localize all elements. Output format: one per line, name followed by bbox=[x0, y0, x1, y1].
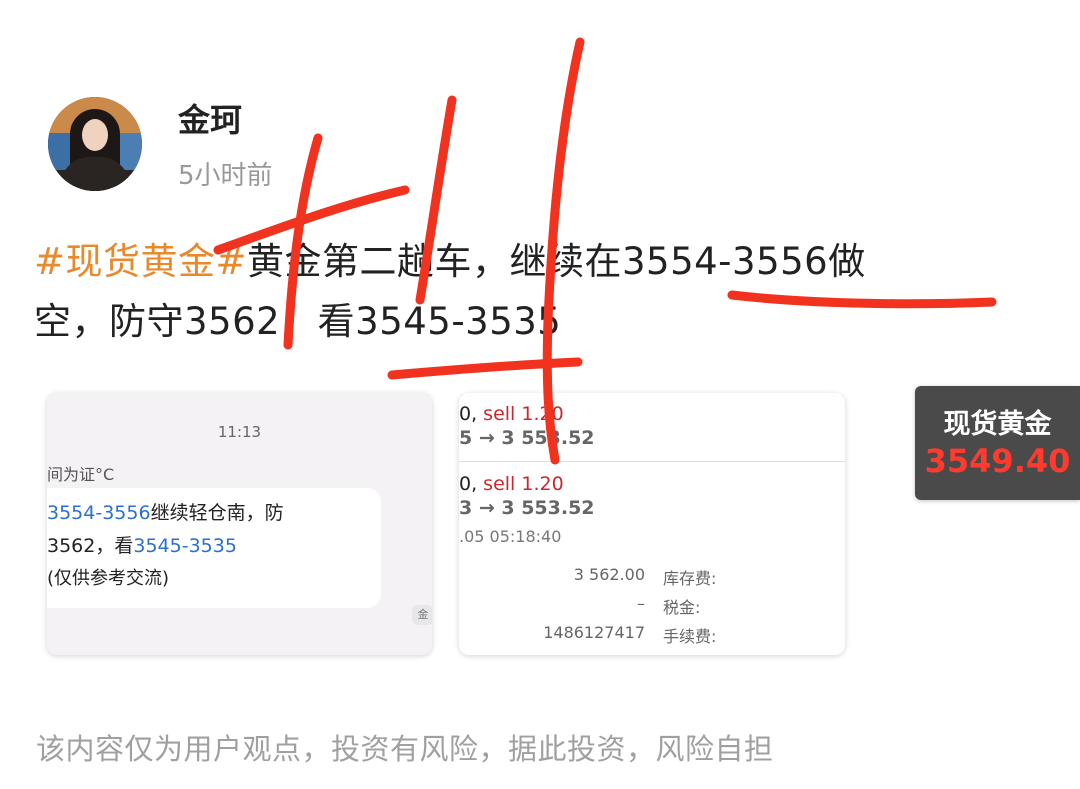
trade-row-1-type: sell bbox=[483, 403, 516, 425]
post-text: #现货黄金#黄金第二趟车，继续在3554-3556做 空，防守3562，看354… bbox=[34, 232, 1004, 352]
trade-row-1-prefix: 0, bbox=[459, 403, 484, 425]
gold-price-widget[interactable]: 现货黄金 3549.40 bbox=[915, 386, 1080, 500]
detail-value-tax: – bbox=[637, 594, 645, 613]
chat-line2-text: 3562，看 bbox=[47, 535, 134, 557]
markup-stroke-5 bbox=[387, 357, 583, 380]
trade-row-2-price: 3 → 3 553.52 bbox=[459, 497, 595, 519]
author-name[interactable]: 金珂 bbox=[178, 95, 242, 141]
trade-row-1: 0, sell 1.20 5 → 3 553.52 bbox=[459, 403, 845, 449]
hashtag-link[interactable]: #现货黄金# bbox=[34, 240, 247, 283]
chat-line3-text: (仅供参考交流) bbox=[47, 568, 170, 589]
author-avatar[interactable] bbox=[48, 97, 142, 191]
chat-target-link: 3545-3535 bbox=[133, 535, 237, 557]
trade-row-1-price: 5 → 3 553.52 bbox=[459, 427, 595, 449]
trade-row-1-qty: 1.20 bbox=[521, 403, 564, 425]
trade-screenshot-image[interactable]: 0, sell 1.20 5 → 3 553.52 0, sell 1.20 3… bbox=[459, 393, 845, 655]
chat-screenshot-note: 间为证°C bbox=[47, 465, 115, 484]
trade-row-2-type: sell bbox=[483, 473, 516, 495]
trade-divider bbox=[459, 461, 845, 462]
detail-label-fee: 手续费: bbox=[663, 627, 717, 646]
gold-price-value: 3549.40 bbox=[924, 442, 1071, 480]
post-text-line2: 空，防守3562，看3545-3535 bbox=[34, 300, 562, 343]
chat-mini-avatar: 金 bbox=[412, 605, 432, 625]
chat-screenshot-image[interactable]: 11:13 间为证°C 3554-3556继续轻仓南，防 3562，看3545-… bbox=[47, 393, 432, 655]
trade-row-2-datetime: .05 05:18:40 bbox=[459, 527, 562, 546]
trade-row-2-prefix: 0, bbox=[459, 473, 484, 495]
detail-label-storage: 库存费: bbox=[663, 569, 717, 588]
detail-label-tax: 税金: bbox=[663, 598, 701, 617]
chat-bubble: 3554-3556继续轻仓南，防 3562，看3545-3535 (仅供参考交流… bbox=[47, 488, 381, 608]
chat-range-link: 3554-3556 bbox=[47, 502, 151, 524]
trade-row-2: 0, sell 1.20 3 → 3 553.52 .05 05:18:40 bbox=[459, 473, 845, 546]
chat-screenshot-time: 11:13 bbox=[217, 423, 262, 441]
trade-row-2-qty: 1.20 bbox=[521, 473, 564, 495]
detail-value-fee: 1486127417 bbox=[543, 623, 645, 642]
post-text-line1: 黄金第二趟车，继续在3554-3556做 bbox=[247, 240, 866, 283]
detail-value-storage: 3 562.00 bbox=[573, 565, 645, 584]
chat-line1-text: 继续轻仓南，防 bbox=[150, 502, 284, 524]
gold-price-widget-title: 现货黄金 bbox=[943, 409, 1052, 440]
risk-disclaimer: 该内容仅为用户观点，投资有风险，据此投资，风险自担 bbox=[36, 732, 774, 766]
post-timestamp: 5小时前 bbox=[178, 161, 273, 191]
